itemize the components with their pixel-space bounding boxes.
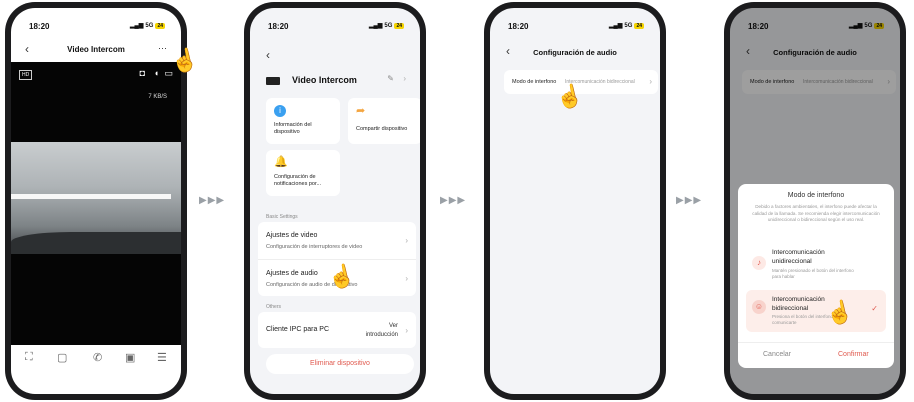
row-action: Ver introducción <box>365 323 398 338</box>
network-label: 5G <box>384 22 393 29</box>
status-time: 18:20 <box>29 22 50 31</box>
row-pc-client[interactable]: Cliente IPC para PC Ver introducción › <box>258 312 416 348</box>
chevron-right-icon: › <box>405 326 408 335</box>
phone-1: 18:20 ▂▄▆ 5G 24 ‹ Video Intercom ··· HD ◘ … <box>5 2 201 400</box>
battery-icon: 24 <box>634 22 644 29</box>
step-arrow-icon: ▶▶▶ <box>440 195 467 206</box>
tile-device-info[interactable]: i Información del dispositivo <box>266 98 340 144</box>
dialog-title: Modo de interfono <box>787 192 845 199</box>
step-arrow-icon: ▶▶▶ <box>199 195 226 206</box>
feed-light-strip <box>11 194 171 199</box>
step-arrow-icon: ▶▶▶ <box>676 195 703 206</box>
option-one-way[interactable]: ♪ Intercomunicación unidireccional Manté… <box>746 244 886 284</box>
fullscreen-icon[interactable]: ⛶ <box>25 351 33 364</box>
tile-share-device[interactable]: ➦ Compartir dispositivo <box>348 98 420 144</box>
network-label: 5G <box>624 22 633 29</box>
intercom-mode-dialog: Modo de interfono Debido a factores ambi… <box>738 184 894 368</box>
one-way-icon: ♪ <box>752 256 766 270</box>
confirm-button[interactable]: Confirmar <box>838 351 869 358</box>
section-basic-settings: Basic Settings <box>266 214 298 220</box>
hd-badge[interactable]: HD <box>19 70 33 80</box>
info-icon: i <box>274 105 286 117</box>
dialog-description: Debido a factores ambientales, el interf… <box>752 204 880 223</box>
chevron-right-icon: › <box>405 236 408 245</box>
chevron-right-icon: › <box>649 77 652 86</box>
battery-icon: 24 <box>394 22 404 29</box>
phone-4: 18:20 ▂▄▆ 5G 24 ‹ Configuración de audio M… <box>724 2 906 400</box>
status-bar: 18:20 ▂▄▆ 5G 24 <box>11 22 181 34</box>
check-icon: ✓ <box>871 304 878 313</box>
signal-icon: ▂▄▆ <box>129 23 144 29</box>
remove-device-button[interactable]: Eliminar dispositivo <box>266 354 414 374</box>
tile-label: Configuración de notificaciones por... <box>274 174 322 187</box>
device-header[interactable]: Video Intercom ✎ › <box>266 74 410 88</box>
status-bar: 18:20 ▂▄▆ 5G 24 <box>250 22 420 34</box>
status-time: 18:20 <box>268 22 289 31</box>
option-description: Mantén presionado el botón del interfono… <box>772 268 854 279</box>
snapshot-icon[interactable]: ◘ <box>140 68 145 78</box>
screen-video-intercom: 18:20 ▂▄▆ 5G 24 ‹ Video Intercom ··· HD ◘ … <box>11 8 181 394</box>
cancel-button[interactable]: Cancelar <box>763 351 791 358</box>
feed-shadow <box>11 232 181 254</box>
page-title: Video Intercom <box>67 45 125 54</box>
tap-hand-icon: ☝ <box>168 45 201 76</box>
tap-hand-icon: ☝ <box>553 81 586 112</box>
row-label: Modo de interfono <box>512 79 557 85</box>
data-rate: 7 KB/S <box>148 94 167 100</box>
row-title: Cliente IPC para PC <box>266 326 330 333</box>
tap-hand-icon: ☝ <box>325 261 358 292</box>
share-icon: ➦ <box>356 105 366 117</box>
tile-label: Información del dispositivo <box>274 122 312 135</box>
section-others: Others <box>266 304 282 310</box>
status-time: 18:20 <box>508 22 529 31</box>
call-icon[interactable]: ✆ <box>93 351 102 364</box>
bell-icon: 🔔 <box>274 156 288 168</box>
menu-icon[interactable]: ☰ <box>157 351 167 364</box>
option-two-way[interactable]: ☺ Intercomunicación bidireccional Presio… <box>746 290 886 332</box>
screen-audio-settings: 18:20 ▂▄▆ 5G 24 ‹ Configuración de audio M… <box>490 8 660 394</box>
row-title: Ajustes de audio <box>266 270 318 277</box>
video-panel: HD ◘ ◖ ▭ 7 KB/S <box>11 62 181 345</box>
screenshot-icon[interactable]: ▢ <box>57 351 67 364</box>
screen-intercom-mode-dialog: 18:20 ▂▄▆ 5G 24 ‹ Configuración de audio M… <box>730 8 900 394</box>
chevron-right-icon: › <box>403 74 406 83</box>
video-record-icon[interactable]: ▣ <box>125 351 135 364</box>
device-thumbnail <box>266 77 280 85</box>
more-menu-button[interactable]: ··· <box>158 43 167 53</box>
chevron-right-icon: › <box>405 274 408 283</box>
back-icon[interactable]: ‹ <box>266 48 270 62</box>
phone-2: 18:20 ▂▄▆ 5G 24 ‹ Video Intercom ✎ › i Inf… <box>244 2 426 400</box>
option-title: Intercomunicación unidireccional <box>772 249 825 265</box>
page-title: Configuración de audio <box>533 48 617 57</box>
screen-device-settings: 18:20 ▂▄▆ 5G 24 ‹ Video Intercom ✎ › i Inf… <box>250 8 420 394</box>
two-way-icon: ☺ <box>752 300 766 314</box>
tile-label: Compartir dispositivo <box>356 126 408 132</box>
phone-3: 18:20 ▂▄▆ 5G 24 ‹ Configuración de audio M… <box>484 2 666 400</box>
network-label: 5G <box>145 22 154 29</box>
tile-notifications[interactable]: 🔔 Configuración de notificaciones por... <box>266 150 340 196</box>
tap-hand-icon: ☝ <box>823 297 856 328</box>
row-subtitle: Configuración de interruptores de video <box>266 244 363 250</box>
dialog-divider <box>738 342 894 343</box>
edit-icon[interactable]: ✎ <box>387 74 394 83</box>
signal-icon: ▂▄▆ <box>608 23 623 29</box>
row-title: Ajustes de video <box>266 232 318 239</box>
camera-feed <box>11 142 181 254</box>
signal-icon: ▂▄▆ <box>368 23 383 29</box>
device-name: Video Intercom <box>292 75 357 85</box>
status-bar: 18:20 ▂▄▆ 5G 24 <box>490 22 660 34</box>
row-video-settings[interactable]: Ajustes de video Configuración de interr… <box>258 222 416 259</box>
battery-icon: 24 <box>155 22 165 29</box>
speaker-icon[interactable]: ◖ <box>154 68 159 78</box>
